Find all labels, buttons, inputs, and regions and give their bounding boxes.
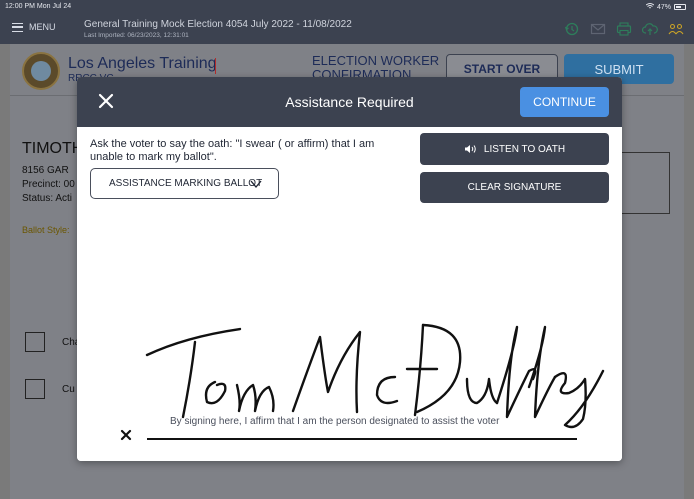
menu-button[interactable]: MENU	[12, 22, 56, 32]
county-seal-logo	[22, 52, 60, 90]
voter-precinct: Precinct: 00	[22, 179, 75, 190]
top-bar: MENU General Training Mock Election 4054…	[0, 14, 694, 44]
menu-label: MENU	[29, 22, 56, 32]
modal-body: Ask the voter to say the oath: "I swear …	[77, 127, 622, 461]
users-icon[interactable]	[668, 22, 684, 36]
continue-button[interactable]: CONTINUE	[520, 87, 609, 117]
affirmation-text: By signing here, I affirm that I am the …	[170, 416, 500, 427]
oath-instruction: Ask the voter to say the oath: "I swear …	[90, 138, 375, 163]
info-panel	[618, 152, 670, 214]
org-name: Los Angeles Training	[68, 55, 217, 72]
voter-name: TIMOTH	[22, 140, 78, 157]
signature-pad[interactable]: By signing here, I affirm that I am the …	[90, 207, 609, 457]
election-title: General Training Mock Election 4054 July…	[84, 19, 352, 30]
top-icons	[564, 22, 684, 36]
checkbox-1-label: Cha	[62, 337, 78, 348]
printer-icon[interactable]	[616, 22, 632, 36]
chevron-down-icon	[250, 179, 262, 189]
clear-signature-button[interactable]: CLEAR SIGNATURE	[420, 172, 609, 203]
assistance-type-select[interactable]: ASSISTANCE MARKING BALLOT	[90, 168, 279, 199]
signature-x-icon	[120, 428, 132, 441]
handwritten-signature	[145, 323, 605, 429]
battery-icon	[674, 4, 686, 10]
cloud-upload-icon[interactable]	[641, 22, 658, 36]
checkbox-1[interactable]	[25, 332, 45, 352]
checkbox-2[interactable]	[25, 379, 45, 399]
last-imported: Last Imported: 06/23/2023, 12:31:01	[84, 32, 189, 39]
voter-status: Status: Acti	[22, 193, 73, 204]
status-right: 47%	[645, 3, 686, 11]
listen-label: LISTEN TO OATH	[483, 143, 566, 155]
history-icon[interactable]	[564, 22, 580, 36]
battery-percent: 47%	[656, 3, 671, 11]
voter-address: 8156 GAR	[22, 165, 69, 176]
mail-icon[interactable]	[590, 22, 606, 36]
signature-line	[147, 438, 577, 440]
ballot-style: Ballot Style:	[22, 225, 70, 235]
select-value: ASSISTANCE MARKING BALLOT	[109, 178, 263, 189]
status-bar: 12:00 PM Mon Jul 24 47%	[0, 0, 694, 14]
hamburger-icon	[12, 22, 23, 32]
wifi-icon	[645, 3, 655, 11]
modal-header: Assistance Required CONTINUE	[77, 77, 622, 127]
checkbox-2-label: Cu	[62, 384, 75, 395]
assistance-modal: Assistance Required CONTINUE Ask the vot…	[77, 77, 622, 461]
listen-to-oath-button[interactable]: LISTEN TO OATH	[420, 133, 609, 165]
speaker-icon	[464, 144, 478, 154]
status-time: 12:00 PM Mon Jul 24	[5, 3, 72, 10]
org-divider	[215, 58, 216, 74]
